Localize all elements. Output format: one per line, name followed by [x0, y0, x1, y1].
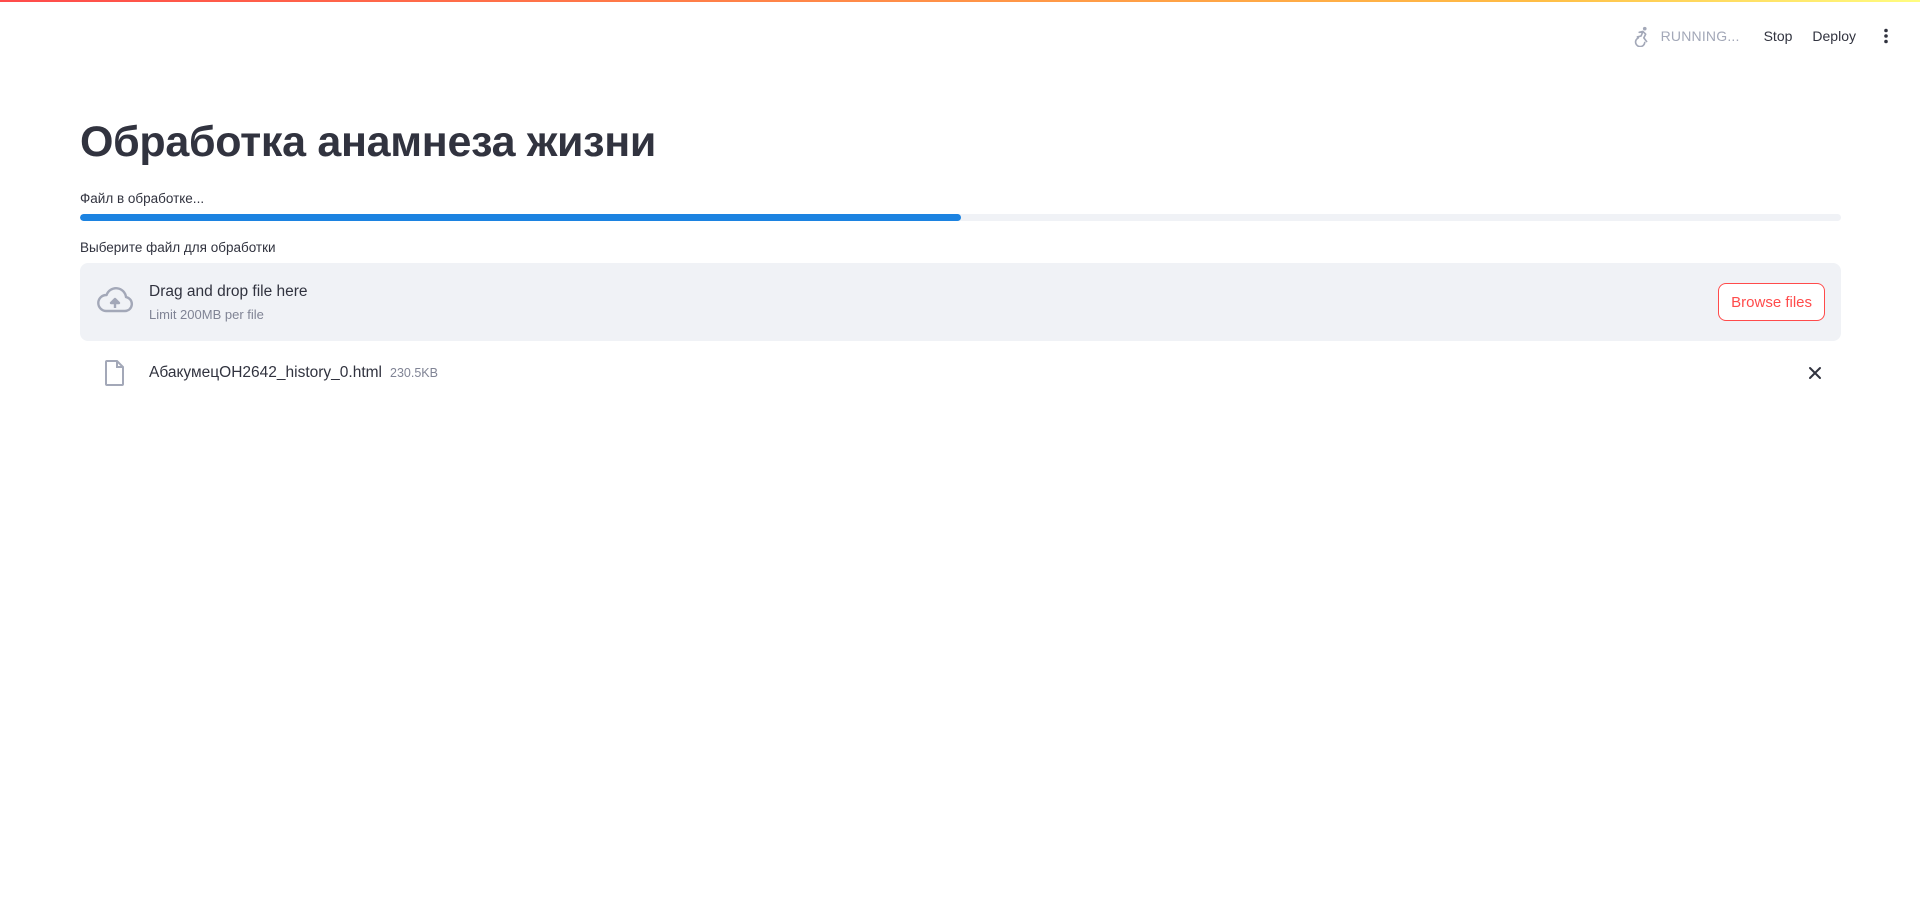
app-toolbar: RUNNING... Stop Deploy — [1631, 20, 1900, 52]
page-title: Обработка анамнеза жизни — [80, 118, 657, 166]
file-name: АбакумецОН2642_history_0.html — [149, 364, 382, 381]
status-text: RUNNING... — [1660, 28, 1740, 44]
running-status: RUNNING... — [1631, 25, 1740, 47]
kebab-menu-icon — [1884, 28, 1888, 44]
dropzone-title: Drag and drop file here — [149, 282, 308, 300]
cloud-upload-icon — [97, 287, 134, 313]
progress-bar-fill — [80, 214, 961, 221]
file-icon — [105, 360, 124, 386]
main-content: Обработка анамнеза жизни Файл в обработк… — [80, 110, 1841, 391]
browse-files-button[interactable]: Browse files — [1718, 283, 1825, 321]
stop-button[interactable]: Stop — [1754, 22, 1803, 50]
close-icon — [1809, 367, 1821, 379]
file-uploader-label: Выберите файл для обработки — [80, 240, 276, 255]
top-decoration-bar — [0, 0, 1920, 2]
running-figure-icon — [1634, 26, 1648, 47]
dropzone-limit: Limit 200MB per file — [149, 306, 264, 322]
uploaded-file-item: АбакумецОН2642_history_0.html 230.5KB — [80, 355, 1841, 391]
progress-label: Файл в обработке... — [80, 191, 205, 206]
file-size: 230.5KB — [390, 366, 438, 380]
file-dropzone[interactable]: Drag and drop file here Limit 200MB per … — [80, 263, 1841, 341]
remove-file-button[interactable] — [1803, 361, 1827, 385]
main-menu-button[interactable] — [1872, 20, 1900, 52]
deploy-button[interactable]: Deploy — [1802, 22, 1866, 50]
progress-bar — [80, 214, 1841, 221]
